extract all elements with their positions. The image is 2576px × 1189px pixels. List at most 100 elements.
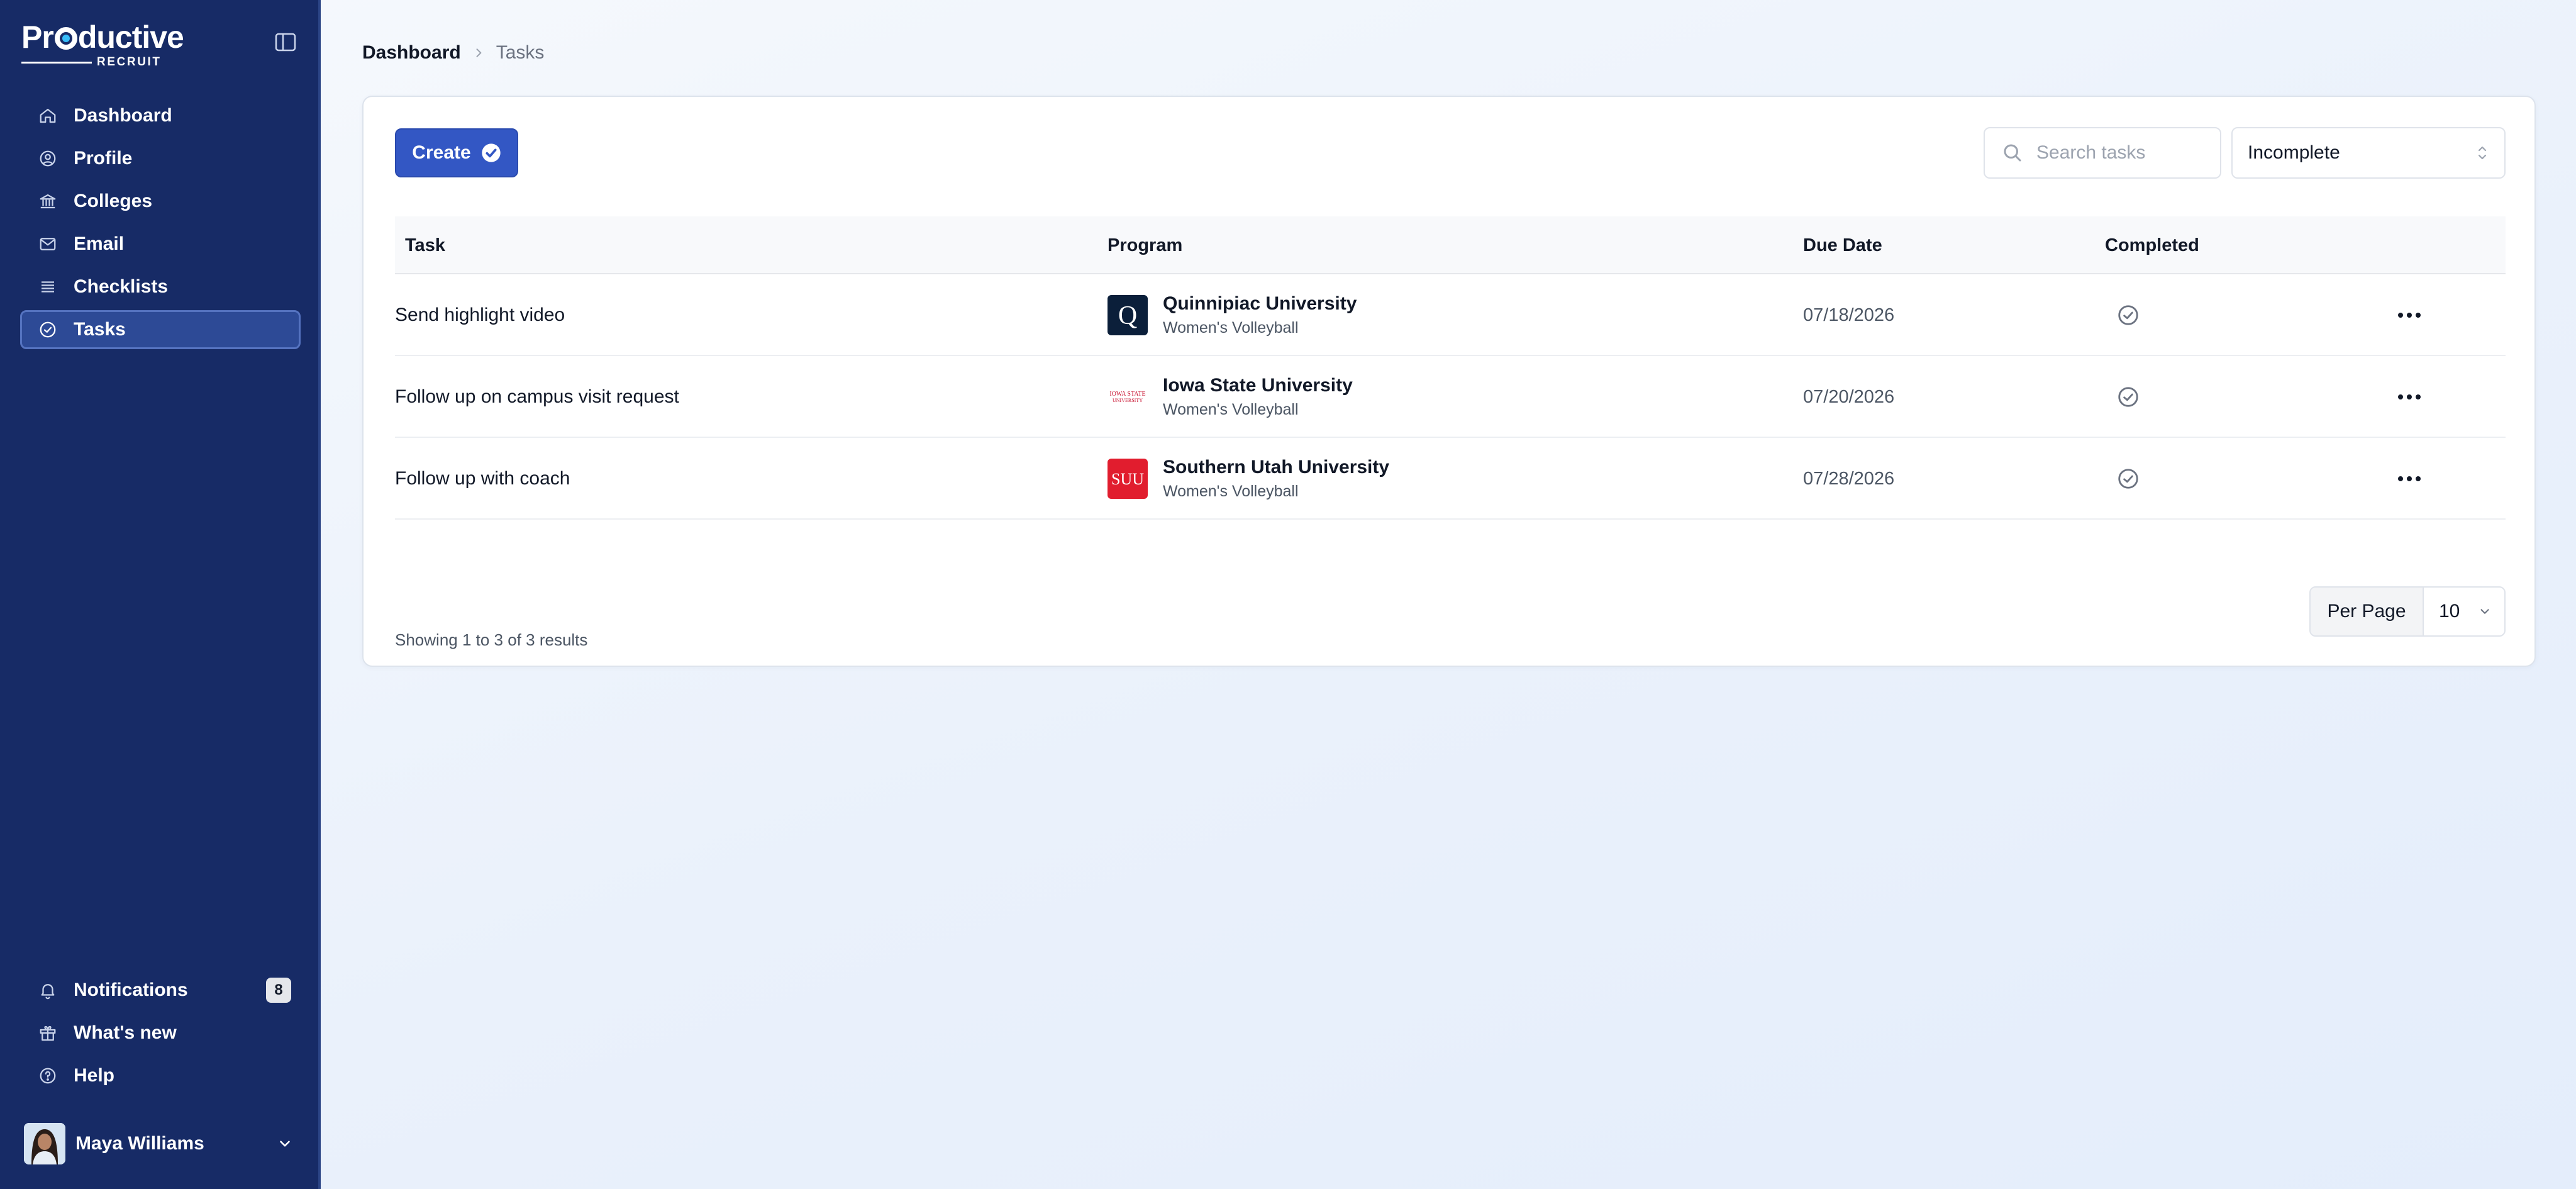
- iowa-state-logo: IOWA STATE UNIVERSITY: [1108, 377, 1148, 417]
- user-menu[interactable]: Maya Williams: [24, 1123, 298, 1164]
- table-row[interactable]: Follow up with coach SUU Southern Utah U…: [395, 438, 2506, 520]
- suu-logo-text: SUU: [1111, 470, 1144, 488]
- chevron-down-icon: [2480, 609, 2489, 614]
- task-name[interactable]: Follow up on campus visit request: [395, 356, 679, 438]
- column-header-completed[interactable]: Completed: [2105, 216, 2199, 274]
- sidebar-item-notifications[interactable]: Notifications 8: [20, 971, 301, 1010]
- tasks-card: Create Incomplete Task Program Due Date …: [362, 96, 2536, 667]
- search-icon: [2004, 144, 2021, 162]
- row-actions-cell: [2397, 274, 2422, 356]
- sidebar-item-label: Dashboard: [74, 105, 172, 126]
- sidebar-item-whats-new[interactable]: What's new: [20, 1013, 301, 1052]
- program-text: Southern Utah University Women's Volleyb…: [1163, 455, 1389, 502]
- quinnipiac-logo-letter: Q: [1118, 301, 1137, 330]
- status-filter-select[interactable]: Incomplete: [2231, 127, 2506, 179]
- create-button-label: Create: [412, 142, 471, 163]
- sidebar-item-colleges[interactable]: Colleges: [20, 182, 301, 221]
- logo-subtitle: RECRUIT: [21, 55, 184, 69]
- program-cell: SUU Southern Utah University Women's Vol…: [1108, 438, 1389, 520]
- row-actions-cell: [2397, 438, 2422, 520]
- sidebar-item-label: Help: [74, 1065, 115, 1086]
- sidebar-item-help[interactable]: Help: [20, 1056, 301, 1095]
- sidebar-item-dashboard[interactable]: Dashboard: [20, 96, 301, 135]
- sidebar-item-label: What's new: [74, 1022, 177, 1043]
- notification-count-badge: 8: [266, 978, 291, 1003]
- chevron-right-icon: [476, 48, 482, 57]
- question-circle-icon: [40, 1068, 56, 1084]
- quinnipiac-logo: Q: [1108, 295, 1148, 335]
- due-date: 07/18/2026: [1803, 304, 1895, 325]
- per-page-select[interactable]: 10: [2424, 588, 2504, 635]
- sidebar-item-label: Tasks: [74, 319, 126, 340]
- table-row[interactable]: Send highlight video Q Quinnipiac Univer…: [395, 274, 2506, 356]
- complete-toggle-icon[interactable]: [2116, 303, 2140, 327]
- program-text: Quinnipiac University Women's Volleyball: [1163, 292, 1357, 338]
- logo-gear-icon: [54, 27, 77, 50]
- sidebar-item-label: Checklists: [74, 276, 169, 297]
- sidebar-item-label: Colleges: [74, 191, 153, 211]
- chevron-down-icon: [280, 1141, 290, 1147]
- per-page-label: Per Page: [2311, 588, 2424, 635]
- building-icon: [40, 194, 56, 209]
- table-header: Task Program Due Date Completed: [395, 216, 2506, 274]
- school-name: Quinnipiac University: [1163, 293, 1357, 314]
- chevron-up-down-icon: [2478, 146, 2487, 160]
- school-name: Southern Utah University: [1163, 457, 1390, 477]
- column-header-program[interactable]: Program: [1108, 216, 1182, 274]
- more-horizontal-icon[interactable]: [2397, 311, 2422, 319]
- status-filter-value: Incomplete: [2248, 142, 2340, 163]
- user-circle-icon: [40, 150, 56, 167]
- home-icon: [40, 108, 56, 123]
- completed-cell: [2116, 356, 2140, 438]
- program-cell: IOWA STATE UNIVERSITY Iowa State Univers…: [1108, 356, 1353, 438]
- app-logo[interactable]: Pr ductive RECRUIT: [21, 21, 184, 69]
- column-header-task[interactable]: Task: [405, 216, 445, 274]
- user-name: Maya Williams: [75, 1133, 204, 1154]
- sport-name: Women's Volleyball: [1163, 319, 1299, 337]
- school-name: Iowa State University: [1163, 375, 1353, 396]
- check-circle-icon: [40, 321, 56, 338]
- sidebar-item-profile[interactable]: Profile: [20, 139, 301, 178]
- iowa-state-logo-line-2: UNIVERSITY: [1113, 398, 1143, 403]
- suu-logo: SUU: [1108, 459, 1148, 499]
- tasks-table: Task Program Due Date Completed Send hig…: [395, 216, 2506, 520]
- more-horizontal-icon[interactable]: [2397, 475, 2422, 483]
- envelope-icon: [40, 238, 56, 250]
- avatar: [24, 1123, 65, 1164]
- completed-cell: [2116, 438, 2140, 520]
- more-horizontal-icon[interactable]: [2397, 393, 2422, 401]
- complete-toggle-icon[interactable]: [2116, 385, 2140, 409]
- table-row[interactable]: Follow up on campus visit request IOWA S…: [395, 356, 2506, 438]
- program-text: Iowa State University Women's Volleyball: [1163, 374, 1353, 420]
- breadcrumb: Dashboard Tasks: [362, 40, 544, 65]
- iowa-state-logo-line-1: IOWA STATE: [1109, 391, 1145, 398]
- results-summary: Showing 1 to 3 of 3 results: [395, 630, 588, 649]
- create-task-button[interactable]: Create: [395, 128, 518, 177]
- sidebar-nav: Dashboard Profile Colleges Email Checkli…: [20, 96, 301, 353]
- row-actions-cell: [2397, 356, 2422, 438]
- search-input[interactable]: [2036, 142, 2206, 164]
- task-name[interactable]: Follow up with coach: [395, 438, 570, 520]
- breadcrumb-dashboard[interactable]: Dashboard: [362, 42, 461, 64]
- sidebar-collapse-button[interactable]: [274, 31, 297, 53]
- gift-icon: [40, 1025, 56, 1041]
- column-header-due-date[interactable]: Due Date: [1803, 216, 1882, 274]
- sidebar-toggle-icon: [275, 33, 296, 52]
- completed-cell: [2116, 274, 2140, 356]
- list-icon: [42, 281, 54, 293]
- sidebar-item-label: Email: [74, 233, 125, 254]
- search-field[interactable]: [1984, 127, 2221, 179]
- sidebar-item-email[interactable]: Email: [20, 225, 301, 264]
- complete-toggle-icon[interactable]: [2116, 467, 2140, 491]
- logo-wordmark: Pr ductive: [21, 20, 184, 55]
- due-date: 07/28/2026: [1803, 468, 1895, 489]
- task-name[interactable]: Send highlight video: [395, 274, 565, 356]
- sidebar-item-tasks[interactable]: Tasks: [20, 310, 301, 349]
- sidebar-bottom-nav: Notifications 8 What's new Help: [20, 971, 301, 1099]
- sport-name: Women's Volleyball: [1163, 483, 1299, 500]
- check-circle-icon: [482, 143, 501, 162]
- sidebar-item-checklists[interactable]: Checklists: [20, 267, 301, 306]
- due-date: 07/20/2026: [1803, 386, 1895, 407]
- breadcrumb-tasks[interactable]: Tasks: [496, 42, 545, 64]
- sidebar-item-label: Notifications: [74, 980, 188, 1000]
